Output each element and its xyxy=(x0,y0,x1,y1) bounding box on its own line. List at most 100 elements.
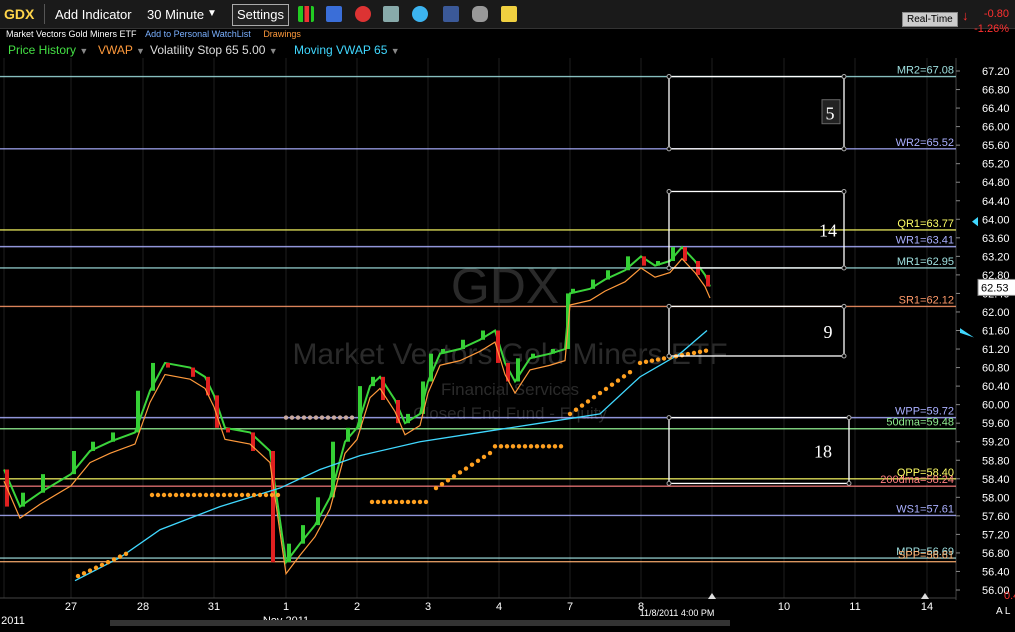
box-handle xyxy=(666,353,672,359)
volatility-stop-dot xyxy=(275,492,281,498)
y-tick-label: 60.40 xyxy=(982,381,1010,393)
volatility-stop-dot xyxy=(697,349,703,355)
add-indicator-button[interactable]: Add Indicator xyxy=(50,4,137,26)
indicator-price-history[interactable]: Price History ▼ xyxy=(8,43,88,57)
box-handle xyxy=(841,146,847,152)
candle xyxy=(287,543,291,563)
volatility-stop-dot xyxy=(203,492,209,498)
y-tick-label: 57.20 xyxy=(982,529,1010,541)
level-label: SPP=56.61 xyxy=(898,550,954,562)
volatility-stop-dot xyxy=(233,492,239,498)
volatility-stop-dot xyxy=(649,358,655,363)
volatility-stop-dot xyxy=(433,485,439,491)
volatility-stop-dot xyxy=(331,415,337,420)
realtime-button[interactable]: Real-Time xyxy=(902,12,958,27)
level-label: WR1=63.41 xyxy=(896,235,954,247)
candle xyxy=(72,450,76,475)
price-chart[interactable]: GDX Market Vectors Gold Miners ETF Finan… xyxy=(0,58,1015,632)
annotation-label: 9 xyxy=(824,322,833,342)
candle xyxy=(551,349,555,354)
chevron-down-icon[interactable]: ▼ xyxy=(207,4,217,24)
y-tick-label: 59.20 xyxy=(982,437,1010,449)
price-tag: 62.53 xyxy=(981,282,1009,294)
indicator-moving-vwap[interactable]: Moving VWAP 65 ▼ xyxy=(294,43,400,57)
binoculars-icon[interactable] xyxy=(472,6,488,22)
candle xyxy=(441,349,445,354)
x-tick-label: 31 xyxy=(208,601,220,613)
volatility-stop-dot xyxy=(251,492,257,498)
candle xyxy=(331,441,335,498)
volatility-stop-dot xyxy=(487,450,493,456)
volatility-stop-dot xyxy=(516,444,522,449)
volatility-stop-dot xyxy=(349,415,355,420)
symbol-field[interactable]: GDX xyxy=(4,4,46,24)
volatility-stop-dot xyxy=(463,466,469,471)
volatility-stop-dot xyxy=(209,492,215,498)
indicator-vwap[interactable]: VWAP ▼ xyxy=(98,43,145,57)
box-handle xyxy=(666,146,672,152)
alarm-clock-icon[interactable] xyxy=(355,6,371,22)
y-tick-label: 58.00 xyxy=(982,492,1010,504)
volatility-stop-dot xyxy=(313,415,319,420)
volatility-stop-dot xyxy=(492,444,498,449)
save-icon[interactable] xyxy=(326,6,342,22)
volatility-stop-dot xyxy=(155,492,161,498)
y-tick-label: 59.60 xyxy=(982,418,1010,430)
add-watchlist-link[interactable]: Add to Personal WatchList xyxy=(145,29,251,39)
volatility-stop-dot xyxy=(381,499,387,505)
volatility-stop-dot xyxy=(93,565,99,570)
x-tick-label: 14 xyxy=(921,601,933,613)
candle xyxy=(406,413,410,424)
volatility-stop-dot xyxy=(579,403,585,408)
candle xyxy=(166,362,170,368)
volatility-stop-dot xyxy=(307,415,313,420)
level-label: SR1=62.12 xyxy=(899,294,954,306)
x-tick-label: 3 xyxy=(425,601,431,613)
indicator-volatility-stop[interactable]: Volatility Stop 65 5.00 ▼ xyxy=(150,43,278,57)
candle xyxy=(91,441,95,451)
layers-icon[interactable] xyxy=(383,6,399,22)
box-handle xyxy=(666,415,672,421)
twitter-icon[interactable] xyxy=(412,6,428,22)
candle xyxy=(516,358,520,382)
volatility-stop-dot xyxy=(289,415,295,420)
y-tick-label: 60.80 xyxy=(982,363,1010,375)
y-tick-label: 67.20 xyxy=(982,66,1010,78)
box-handle xyxy=(841,353,847,359)
candle xyxy=(531,353,535,359)
volatility-stop-dot xyxy=(540,444,546,449)
x-tick-label: 11 xyxy=(849,601,860,613)
y-tick-label: 62.00 xyxy=(982,307,1010,319)
chart-type-icon[interactable] xyxy=(298,6,314,22)
scroll-marker xyxy=(921,593,929,599)
volatility-stop-dot xyxy=(221,492,227,498)
annotation-box xyxy=(668,75,845,150)
x-tick-label: 7 xyxy=(567,601,573,613)
interval-select[interactable]: 30 Minute xyxy=(142,4,209,26)
volatility-stop-dot xyxy=(111,557,117,562)
box-handle xyxy=(846,415,852,421)
volatility-stop-dot xyxy=(301,415,307,420)
drawings-link[interactable]: Drawings xyxy=(263,29,301,39)
candle xyxy=(656,260,660,266)
qr-marker xyxy=(972,216,978,227)
x-tick-label: 1 xyxy=(283,601,289,613)
volatility-stop-dot xyxy=(167,492,173,498)
corner-mode: A L xyxy=(996,606,1011,617)
facebook-icon[interactable] xyxy=(443,6,459,22)
candle xyxy=(151,362,155,391)
y-tick-label: 56.80 xyxy=(982,548,1010,560)
candle xyxy=(706,274,710,287)
candle xyxy=(316,497,320,526)
volatility-stop-dot xyxy=(269,492,275,498)
box-handle xyxy=(666,303,672,309)
settings-button[interactable]: Settings xyxy=(232,4,289,26)
volatility-stop-dot xyxy=(522,444,528,449)
y-tick-label: 61.60 xyxy=(982,326,1010,338)
candle xyxy=(381,376,385,401)
volatility-stop-dot xyxy=(552,444,558,449)
candle xyxy=(461,339,465,350)
note-icon[interactable] xyxy=(501,6,517,22)
volatility-stop-dot xyxy=(703,348,709,353)
volatility-stop-dot xyxy=(469,462,475,467)
